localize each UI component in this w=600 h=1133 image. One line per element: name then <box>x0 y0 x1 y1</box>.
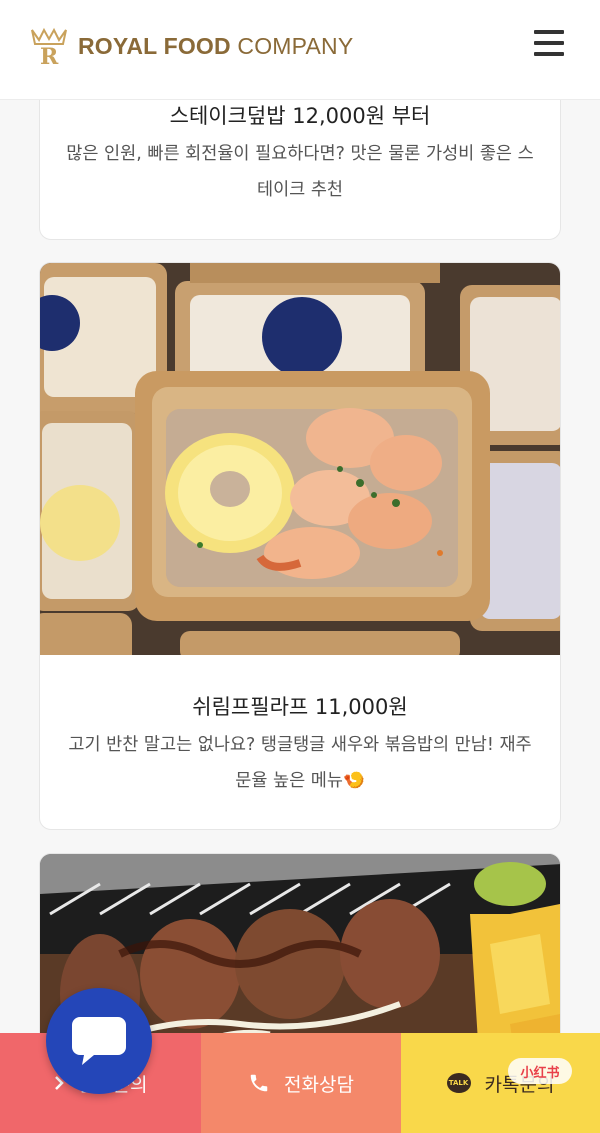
kakao-talk-icon: TALK <box>446 1073 471 1093</box>
brand-logo[interactable]: R ROYAL FOOD COMPANY <box>28 24 353 68</box>
site-header: R ROYAL FOOD COMPANY <box>0 0 600 100</box>
menu-card-title: 쉬림프필라프 11,000원 <box>192 695 408 719</box>
menu-card-description: 고기 반찬 말고는 없나요? 탱글탱글 새우와 볶음밥의 만남! 재주문율 높은… <box>68 735 532 791</box>
xiaohongshu-watermark: 小红书 <box>508 1058 572 1084</box>
crown-r-logo-icon: R <box>31 27 67 68</box>
phone-consult-button[interactable]: 전화상담 <box>201 1033 401 1133</box>
menu-card-description: 많은 인원, 빠른 회전율이 필요하다면? 맛은 물론 가성비 좋은 스테이크 … <box>66 144 534 200</box>
kakao-inquiry-button[interactable]: TALK 카톡문의 <box>401 1033 600 1133</box>
shrimp-pilaf-photo <box>40 263 560 655</box>
menu-card-title: 스테이크덮밥 12,000원 부터 <box>169 104 431 128</box>
svg-text:R: R <box>40 44 59 68</box>
brand-name: ROYAL FOOD COMPANY <box>78 32 354 59</box>
chat-floating-button[interactable] <box>46 988 152 1094</box>
page: R ROYAL FOOD COMPANY 스테이크덮밥 12,000원 부터 많… <box>0 0 600 1133</box>
phone-consult-label: 전화상담 <box>284 1073 354 1096</box>
hamburger-icon[interactable] <box>534 30 564 56</box>
menu-card-shrimp-pilaf[interactable]: 쉬림프필라프 11,000원 고기 반찬 말고는 없나요? 탱글탱글 새우와 볶… <box>39 262 561 830</box>
chat-bubble-icon <box>72 1017 126 1065</box>
phone-icon <box>248 1072 270 1094</box>
